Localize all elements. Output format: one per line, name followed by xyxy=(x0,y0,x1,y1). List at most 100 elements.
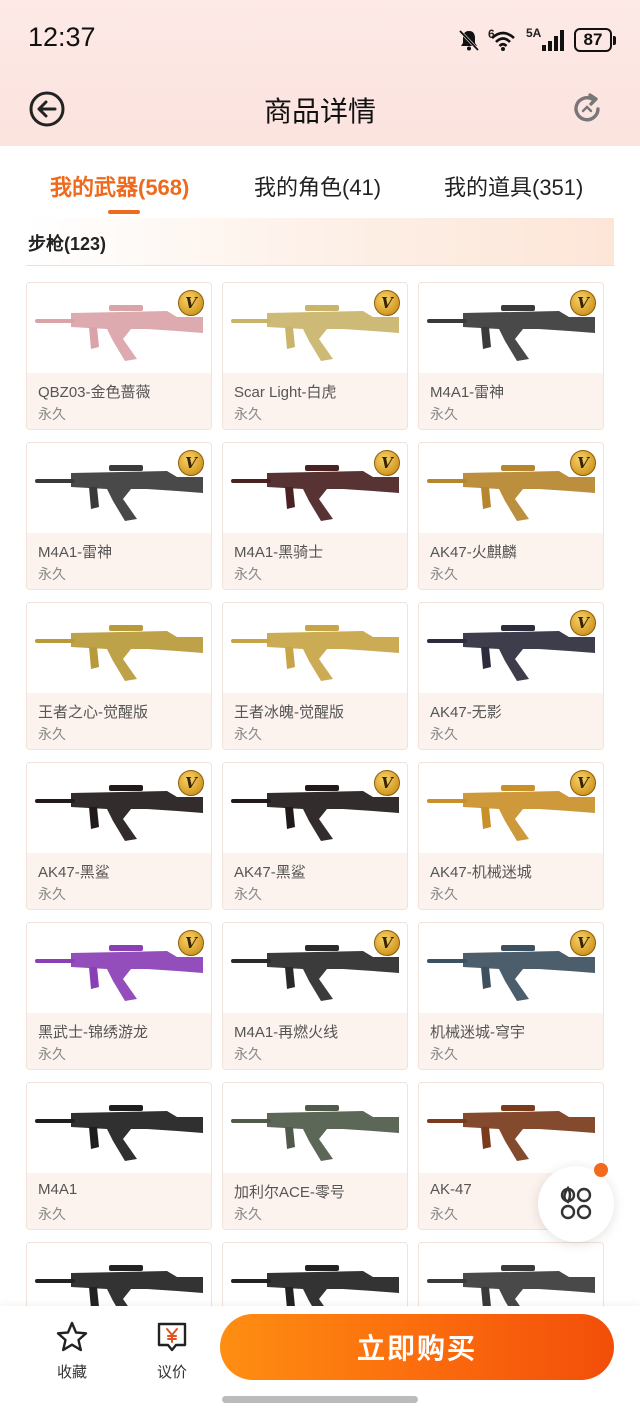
tab-my-characters[interactable]: 我的角色(41) xyxy=(254,170,381,202)
weapon-name: AK47-黑鲨 xyxy=(234,864,306,881)
buy-now-button[interactable]: 立即购买 xyxy=(220,1314,614,1380)
weapon-card[interactable]: V AK47-机械迷城 永久 xyxy=(418,762,604,910)
status-icons: 6 5A 87 xyxy=(458,24,616,56)
rifle-icon xyxy=(427,1265,595,1306)
favorite-label: 收藏 xyxy=(56,1364,87,1381)
vip-badge-icon: V xyxy=(178,450,204,476)
rifle-icon xyxy=(35,625,203,681)
tab-my-items[interactable]: 我的道具(351) xyxy=(444,170,583,202)
vip-badge-letter: V xyxy=(577,774,589,792)
bargain-label: 议价 xyxy=(156,1364,187,1381)
vip-badge-icon: V xyxy=(374,450,400,476)
weapon-info: AK47-机械迷城 永久 xyxy=(419,853,603,909)
vip-badge-letter: V xyxy=(381,934,393,952)
rifle-icon xyxy=(427,1105,595,1161)
weapon-name: QBZ03-金色蔷薇 xyxy=(38,384,151,401)
weapon-duration: 永久 xyxy=(38,1206,66,1222)
weapon-name: AK47-机械迷城 xyxy=(430,864,532,881)
weapon-info: AK47-火麒麟 永久 xyxy=(419,533,603,589)
weapon-card[interactable]: V QBZ03-金色蔷薇 永久 xyxy=(26,282,212,430)
weapon-card[interactable]: V AK47-火麒麟 永久 xyxy=(418,442,604,590)
weapon-info: M4A1-雷神 永久 xyxy=(419,373,603,429)
weapon-info: Scar Light-白虎 永久 xyxy=(223,373,407,429)
weapon-card[interactable]: V M4A1-再燃火线 永久 xyxy=(222,922,408,1070)
section-header: 步枪(123) xyxy=(26,218,614,266)
weapon-card[interactable]: V M4A1-黑骑士 永久 xyxy=(222,442,408,590)
weapon-image xyxy=(27,603,211,693)
weapon-info: QBZ03-金色蔷薇 永久 xyxy=(27,373,211,429)
weapon-name: M4A1-再燃火线 xyxy=(234,1024,339,1041)
weapon-image xyxy=(27,1243,211,1306)
wifi-icon: 6 xyxy=(488,28,518,52)
vip-badge-letter: V xyxy=(185,454,197,472)
weapon-card[interactable]: V AK47-黑鲨 永久 xyxy=(222,762,408,910)
weapon-card[interactable]: 王者之心-觉醒版 永久 xyxy=(26,602,212,750)
vip-badge-icon: V xyxy=(570,930,596,956)
vip-badge-letter: V xyxy=(577,934,589,952)
status-bar: 12:37 6 5A 87 xyxy=(0,0,640,78)
section-title: 步枪(123) xyxy=(28,234,107,254)
vip-badge-letter: V xyxy=(381,774,393,792)
weapon-name: AK-47 xyxy=(430,1181,472,1198)
weapon-card[interactable]: V 机械迷城-穹宇 永久 xyxy=(418,922,604,1070)
weapon-duration: 永久 xyxy=(38,1046,66,1062)
weapon-image xyxy=(27,1083,211,1173)
weapon-info: AK47-无影 永久 xyxy=(419,693,603,749)
weapon-info: 机械迷城-穹宇 永久 xyxy=(419,1013,603,1069)
bottom-action-bar: 收藏 议价 立即购买 xyxy=(0,1306,640,1416)
weapon-image xyxy=(223,1243,407,1306)
home-indicator xyxy=(222,1396,418,1403)
weapon-info: M4A1 永久 xyxy=(27,1173,211,1229)
weapon-card[interactable]: V 黑武士-锦绣游龙 永久 xyxy=(26,922,212,1070)
apps-grid-icon xyxy=(560,1185,592,1220)
weapon-info: 加利尔ACE-零号 永久 xyxy=(223,1173,407,1229)
weapon-duration: 永久 xyxy=(430,726,458,742)
weapon-name: 王者之心-觉醒版 xyxy=(38,704,148,721)
tab-my-weapons[interactable]: 我的武器(568) xyxy=(50,170,189,202)
weapon-duration: 永久 xyxy=(234,566,262,582)
weapon-duration: 永久 xyxy=(38,726,66,742)
weapon-card[interactable] xyxy=(418,1242,604,1306)
vip-badge-letter: V xyxy=(577,454,589,472)
weapon-name: M4A1-雷神 xyxy=(38,544,113,561)
rifle-icon xyxy=(231,1265,399,1306)
star-icon xyxy=(56,1321,88,1352)
weapon-name: M4A1-黑骑士 xyxy=(234,544,324,561)
weapon-card[interactable]: 加利尔ACE-零号 永久 xyxy=(222,1082,408,1230)
weapon-card[interactable]: M4A1 永久 xyxy=(26,1082,212,1230)
weapon-card[interactable]: V AK47-无影 永久 xyxy=(418,602,604,750)
battery-indicator: 87 xyxy=(574,28,616,52)
favorite-button[interactable]: 收藏 xyxy=(42,1320,102,1382)
refresh-button[interactable] xyxy=(568,90,606,128)
weapon-card[interactable]: V M4A1-雷神 永久 xyxy=(26,442,212,590)
weapon-info: 王者之心-觉醒版 永久 xyxy=(27,693,211,749)
rifle-icon xyxy=(231,625,399,681)
rifle-icon xyxy=(35,1265,203,1306)
vip-badge-icon: V xyxy=(374,930,400,956)
weapon-card[interactable]: 王者冰魄-觉醒版 永久 xyxy=(222,602,408,750)
bargain-button[interactable]: 议价 xyxy=(142,1320,202,1382)
weapon-card[interactable]: V M4A1-雷神 永久 xyxy=(418,282,604,430)
weapon-card[interactable] xyxy=(222,1242,408,1306)
weapon-duration: 永久 xyxy=(234,1206,262,1222)
weapon-card[interactable]: V Scar Light-白虎 永久 xyxy=(222,282,408,430)
weapon-image xyxy=(223,1083,407,1173)
cellular-signal-icon: 5A xyxy=(526,27,566,53)
weapon-grid: V QBZ03-金色蔷薇 永久 V Scar Light-白虎 永久 V M4A1-雷神 永久 V… xyxy=(26,282,606,1306)
vip-badge-icon: V xyxy=(374,290,400,316)
vip-badge-letter: V xyxy=(185,294,197,312)
weapon-duration: 永久 xyxy=(430,1046,458,1062)
page-title: 商品详情 xyxy=(263,96,376,127)
weapon-card[interactable] xyxy=(26,1242,212,1306)
weapon-info: AK47-黑鲨 永久 xyxy=(27,853,211,909)
weapon-duration: 永久 xyxy=(234,1046,262,1062)
weapon-card[interactable]: V AK47-黑鲨 永久 xyxy=(26,762,212,910)
weapon-duration: 永久 xyxy=(430,886,458,902)
rifle-icon xyxy=(231,1105,399,1161)
weapon-info: M4A1-再燃火线 永久 xyxy=(223,1013,407,1069)
vip-badge-icon: V xyxy=(178,930,204,956)
floating-menu-button[interactable] xyxy=(538,1166,614,1242)
notification-dot xyxy=(594,1163,608,1177)
category-tabs: 我的武器(568) 我的角色(41) 我的道具(351) xyxy=(0,146,640,216)
navigation-bar: 商品详情 xyxy=(0,78,640,140)
